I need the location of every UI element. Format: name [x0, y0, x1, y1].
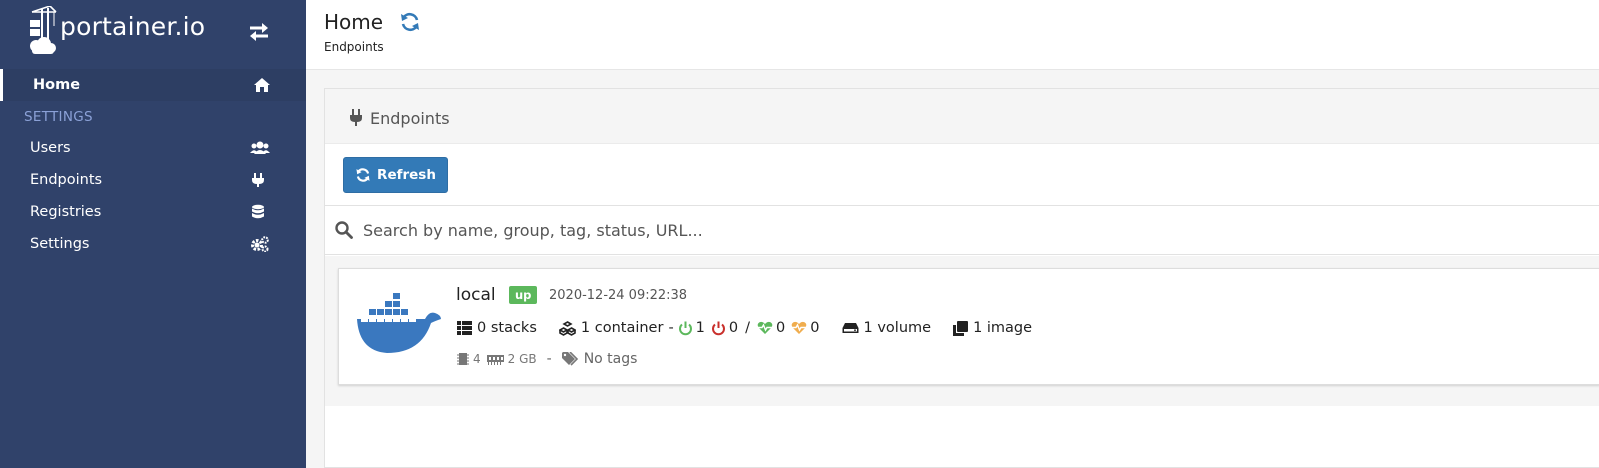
plug-icon	[250, 172, 266, 192]
database-icon	[250, 204, 266, 224]
search-input[interactable]	[363, 214, 1463, 246]
page-title: Home	[324, 10, 384, 34]
refresh-button[interactable]: Refresh	[343, 157, 448, 193]
microchip-icon	[457, 353, 469, 365]
endpoint-meta: 4 2 GB - No tags	[457, 351, 637, 367]
panel-title: Endpoints	[370, 109, 450, 128]
stopped-count: 0	[728, 320, 739, 336]
search-icon	[335, 221, 353, 243]
endpoint-stats: 0 stacks 1 container - 1 0 / 0 0 1 volum…	[457, 320, 1032, 336]
running-count: 1	[695, 320, 705, 336]
memory-icon	[486, 354, 504, 365]
unhealthy-count: 0	[810, 320, 820, 336]
endpoint-card-local[interactable]: local up 2020-12-24 09:22:38 0 stacks 1 …	[338, 268, 1599, 385]
endpoint-timestamp: 2020-12-24 09:22:38	[549, 288, 688, 303]
sidebar-item-endpoints[interactable]: Endpoints	[0, 164, 306, 196]
sidebar-item-label: Users	[30, 140, 71, 156]
images-stat: 1 image	[953, 320, 1032, 336]
page-header: Home Endpoints	[306, 0, 1599, 70]
images-count: 1 image	[973, 320, 1033, 336]
endpoint-list: local up 2020-12-24 09:22:38 0 stacks 1 …	[325, 256, 1599, 406]
status-badge: up	[509, 286, 538, 304]
docker-icon	[355, 291, 443, 359]
sidebar-item-label: Endpoints	[30, 172, 103, 188]
heartbeat-unhealthy-icon	[791, 321, 807, 334]
endpoint-name: local	[456, 285, 496, 305]
sidebar: portainer.io Home SETTINGS Users Endpoin…	[0, 0, 306, 468]
stacks-stat: 0 stacks	[457, 320, 537, 336]
cogs-icon	[250, 236, 270, 256]
endpoints-panel: Endpoints Refresh Search by name, group,…	[324, 88, 1599, 468]
containers-count: 1 container	[580, 320, 664, 336]
breadcrumb: Endpoints	[324, 40, 384, 54]
sidebar-item-registries[interactable]: Registries	[0, 196, 306, 228]
volumes-count: 1 volume	[863, 320, 932, 336]
search-bar	[325, 205, 1599, 255]
meta-separator: -	[546, 351, 552, 367]
cpu-count: 4	[473, 352, 481, 366]
containers-stat: 1 container -	[558, 320, 674, 336]
sidebar-item-label: Settings	[30, 236, 90, 252]
sidebar-item-label: Home	[33, 77, 81, 93]
stacks-count: 0 stacks	[477, 320, 537, 336]
users-icon	[250, 140, 270, 160]
portainer-logo[interactable]: portainer.io	[28, 6, 205, 56]
healthy-stat: 0	[757, 320, 785, 336]
sidebar-item-settings[interactable]: Settings	[0, 228, 306, 260]
th-list-icon	[457, 321, 472, 335]
power-off-icon	[711, 321, 725, 335]
refresh-button-label: Refresh	[377, 167, 436, 183]
panel-header: Endpoints	[325, 89, 1599, 144]
stopped-stat: 0	[711, 320, 738, 336]
plug-icon	[349, 109, 363, 131]
power-on-icon	[678, 321, 692, 335]
settings-section-label: SETTINGS	[24, 109, 93, 125]
volumes-stat: 1 volume	[842, 320, 932, 336]
refresh-icon[interactable]	[399, 11, 421, 37]
sidebar-item-label: Registries	[30, 204, 102, 220]
dash-separator: -	[668, 320, 674, 336]
memory-size: 2 GB	[507, 352, 537, 366]
refresh-icon	[356, 168, 370, 182]
sidebar-toggle-icon[interactable]	[248, 22, 270, 46]
healthy-count: 0	[776, 320, 786, 336]
tags-label: No tags	[583, 351, 638, 367]
logo-text: portainer.io	[60, 12, 206, 41]
sidebar-item-users[interactable]: Users	[0, 132, 306, 164]
portainer-crane-icon	[30, 6, 57, 54]
unhealthy-stat: 0	[791, 320, 820, 336]
status-separator: /	[745, 320, 751, 336]
logo-row: portainer.io	[0, 0, 306, 66]
hdd-icon	[842, 323, 858, 333]
heartbeat-healthy-icon	[757, 321, 773, 334]
home-icon	[253, 77, 271, 97]
clone-icon	[953, 320, 969, 336]
sidebar-item-home[interactable]: Home	[0, 69, 306, 101]
tags-icon	[561, 351, 578, 366]
running-stat: 1	[678, 320, 705, 336]
cubes-icon	[558, 320, 576, 336]
